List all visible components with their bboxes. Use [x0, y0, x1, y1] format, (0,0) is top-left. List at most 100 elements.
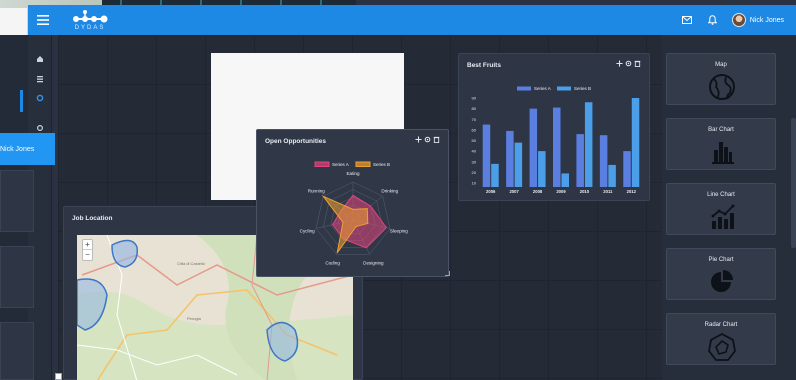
- legend-label: Series B: [574, 86, 591, 91]
- widget-pie-chart[interactable]: Pie Chart: [666, 248, 776, 300]
- hamburger-icon: [37, 15, 49, 25]
- y-tick-label: 90: [472, 96, 477, 101]
- bar-series-a: [482, 124, 491, 187]
- background-card: [0, 246, 34, 308]
- y-tick-label: 60: [472, 127, 477, 132]
- widget-bar-chart[interactable]: Bar Chart: [666, 118, 776, 170]
- map-zoom-controls[interactable]: + −: [82, 239, 93, 261]
- list-icon[interactable]: [33, 72, 47, 86]
- y-tick-label: 70: [472, 117, 477, 122]
- bar-chart: Series A Series B 10 20 30 40 50 60 70 80 90 2006 20…: [472, 86, 640, 194]
- panel-title: Open Opportunities: [265, 138, 327, 145]
- top-navbar: DYDAS Nick Jones: [28, 5, 796, 35]
- legend-swatch: [355, 161, 371, 167]
- widget-label: Radar Chart: [704, 322, 738, 328]
- brand-logo[interactable]: DYDAS: [70, 8, 110, 34]
- radar-axis-label: Running: [308, 189, 326, 194]
- radar-axis-label: Drinking: [381, 189, 398, 194]
- y-tick-label: 10: [472, 181, 477, 186]
- mail-icon[interactable]: [680, 13, 694, 27]
- bar-series-a: [576, 134, 584, 187]
- y-tick-label: 40: [472, 149, 477, 154]
- widget-radar-chart[interactable]: Radar Chart: [666, 313, 776, 365]
- svg-text:Perugia: Perugia: [187, 316, 202, 321]
- x-tick-label: 2007: [509, 189, 519, 194]
- user-menu[interactable]: Nick Jones: [731, 13, 784, 27]
- bar-series-b: [491, 163, 499, 187]
- bar-series-b: [631, 98, 640, 187]
- legend-swatch: [517, 86, 531, 91]
- resize-handle[interactable]: [445, 271, 450, 276]
- user-name: Nick Jones: [749, 16, 784, 24]
- sidebar-user-item[interactable]: Nick Jones: [0, 133, 55, 165]
- settings-icon[interactable]: [625, 60, 632, 67]
- move-icon[interactable]: [616, 60, 623, 67]
- zoom-in-button[interactable]: +: [83, 240, 92, 250]
- radar-axis-label: Designing: [363, 260, 384, 265]
- delete-icon[interactable]: [433, 136, 440, 143]
- radar-axis-label: Cycling: [300, 228, 316, 233]
- sidebar-user-name: Nick Jones: [0, 146, 35, 153]
- widget-line-chart[interactable]: Line Chart: [666, 183, 776, 235]
- radar-chart-icon: [708, 333, 736, 361]
- radar-chart: Series A Series B Eating Drinking Sleeping De…: [300, 161, 408, 265]
- radar-axis-label: Eating: [346, 171, 359, 176]
- x-tick-label: 2008: [533, 189, 543, 194]
- bar-chart-icon: [712, 142, 734, 164]
- svg-text:Citta di Castello: Citta di Castello: [177, 261, 206, 266]
- legend-swatch: [557, 86, 571, 91]
- y-tick-label: 30: [472, 159, 477, 164]
- y-tick-label: 80: [472, 106, 477, 111]
- widget-label: Line Chart: [707, 192, 735, 198]
- zoom-out-button[interactable]: −: [83, 250, 92, 260]
- bar-series-b: [561, 173, 569, 187]
- best-fruits-panel[interactable]: Best Fruits Series A Series B 10 20 30 40 50 60…: [458, 53, 650, 201]
- legend-label: Series A: [332, 162, 349, 167]
- bar-series-b: [538, 151, 546, 187]
- radar-axis-label: Coding: [325, 260, 340, 265]
- panel-title: Best Fruits: [467, 62, 501, 69]
- bar-series-a: [599, 135, 608, 187]
- resize-handle[interactable]: [55, 373, 62, 380]
- bar-series-b: [514, 142, 523, 187]
- radar-axis-label: Sleeping: [390, 228, 408, 233]
- x-tick-label: 2010: [580, 189, 590, 194]
- settings-icon[interactable]: [424, 136, 431, 143]
- widget-label: Map: [715, 62, 727, 68]
- avatar: [731, 13, 746, 27]
- move-icon[interactable]: [415, 136, 422, 143]
- bar-series-a: [506, 130, 514, 187]
- sidebar-active-indicator: [20, 90, 23, 112]
- legend-swatch: [314, 161, 330, 167]
- legend-label: Series A: [534, 86, 551, 91]
- globe-icon: [709, 74, 735, 100]
- x-tick-label: 2006: [486, 189, 496, 194]
- bar-series-b: [584, 102, 593, 187]
- x-tick-label: 2011: [603, 189, 613, 194]
- x-tick-label: 2009: [556, 189, 566, 194]
- widget-map[interactable]: Map: [666, 53, 776, 105]
- menu-toggle-button[interactable]: [32, 5, 54, 35]
- legend-label: Series B: [373, 162, 390, 167]
- brand-name: DYDAS: [74, 25, 106, 31]
- scrollbar[interactable]: [791, 118, 796, 248]
- home-icon[interactable]: [33, 52, 47, 66]
- x-tick-label: 2012: [627, 189, 637, 194]
- bar-series-a: [553, 107, 561, 187]
- settings-icon[interactable]: [33, 91, 47, 105]
- line-chart-icon: [711, 204, 735, 229]
- widget-label: Bar Chart: [708, 127, 734, 133]
- background-card: [0, 170, 34, 232]
- open-opportunities-panel[interactable]: Open Opportunities Series A Series B Eatin…: [256, 129, 449, 277]
- bar-series-b: [608, 164, 616, 187]
- bell-icon[interactable]: [706, 13, 720, 27]
- pie-chart-icon: [711, 270, 733, 292]
- widget-label: Pie Chart: [708, 257, 734, 263]
- background-card: [0, 322, 34, 380]
- bar-series-a: [623, 151, 631, 187]
- y-tick-label: 20: [472, 170, 477, 175]
- y-tick-label: 50: [472, 138, 477, 143]
- bar-series-a: [529, 108, 538, 187]
- delete-icon[interactable]: [634, 60, 641, 67]
- panel-title: Job Location: [72, 215, 113, 222]
